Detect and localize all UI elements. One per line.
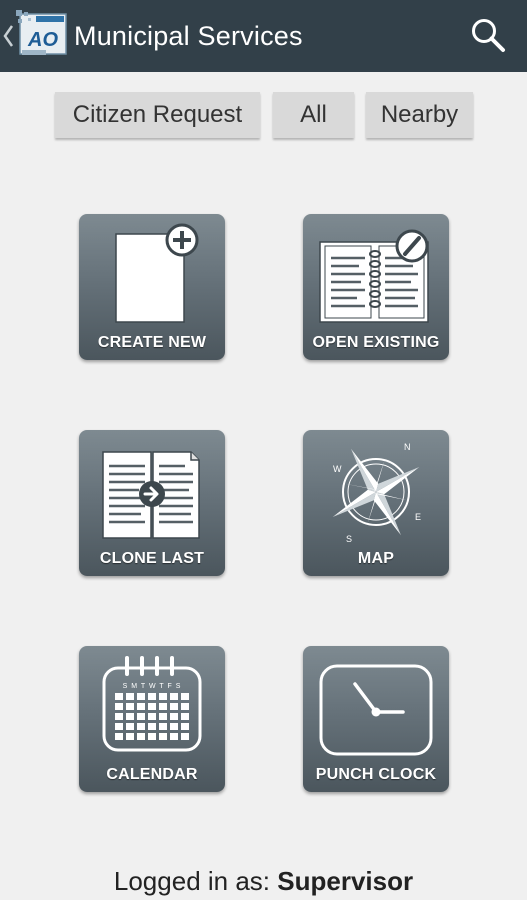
map-label: MAP: [357, 550, 395, 567]
map-tile[interactable]: N E S W MAP: [303, 430, 449, 576]
create-new-label: CREATE NEW: [97, 334, 207, 351]
clock-icon: [319, 664, 433, 756]
search-icon[interactable]: [469, 16, 507, 54]
login-username: Supervisor: [277, 866, 414, 896]
punch-clock-tile[interactable]: PUNCH CLOCK: [303, 646, 449, 792]
app-logo-icon[interactable]: AO: [16, 10, 68, 58]
svg-text:N: N: [404, 442, 411, 452]
compass-rose-icon: N E S W: [332, 442, 421, 544]
login-prefix: Logged in as:: [113, 866, 271, 896]
punch-clock-label: PUNCH CLOCK: [315, 766, 437, 783]
calendar-label: CALENDAR: [106, 766, 198, 783]
calendar-tile[interactable]: S M T W T F S CALENDAR: [79, 646, 225, 792]
open-book-edit-icon: [319, 229, 429, 323]
filter-bar: Citizen Request All Nearby: [0, 92, 527, 138]
svg-text:AO: AO: [27, 29, 58, 51]
create-new-tile[interactable]: CREATE NEW: [79, 214, 225, 360]
svg-text:S: S: [346, 534, 352, 544]
open-existing-tile[interactable]: OPEN EXISTING: [303, 214, 449, 360]
action-bar: AO Municipal Services: [0, 0, 527, 72]
back-chevron-icon[interactable]: [2, 22, 14, 50]
login-status: Logged in as: Supervisor: [0, 866, 527, 897]
filter-nearby-button[interactable]: Nearby: [366, 92, 473, 138]
clone-last-label: CLONE LAST: [99, 550, 205, 567]
svg-text:E: E: [415, 512, 421, 522]
svg-text:W: W: [333, 464, 342, 474]
app-title: Municipal Services: [74, 21, 303, 51]
svg-text:S M T W T F S: S M T W T F S: [123, 683, 182, 690]
document-clone-icon: [102, 451, 200, 539]
calendar-icon: S M T W T F S: [102, 656, 202, 752]
filter-all-button[interactable]: All: [273, 92, 354, 138]
filter-citizen-request-button[interactable]: Citizen Request: [55, 92, 260, 138]
document-add-icon: [115, 223, 199, 323]
clone-last-tile[interactable]: CLONE LAST: [79, 430, 225, 576]
open-existing-label: OPEN EXISTING: [312, 334, 440, 351]
